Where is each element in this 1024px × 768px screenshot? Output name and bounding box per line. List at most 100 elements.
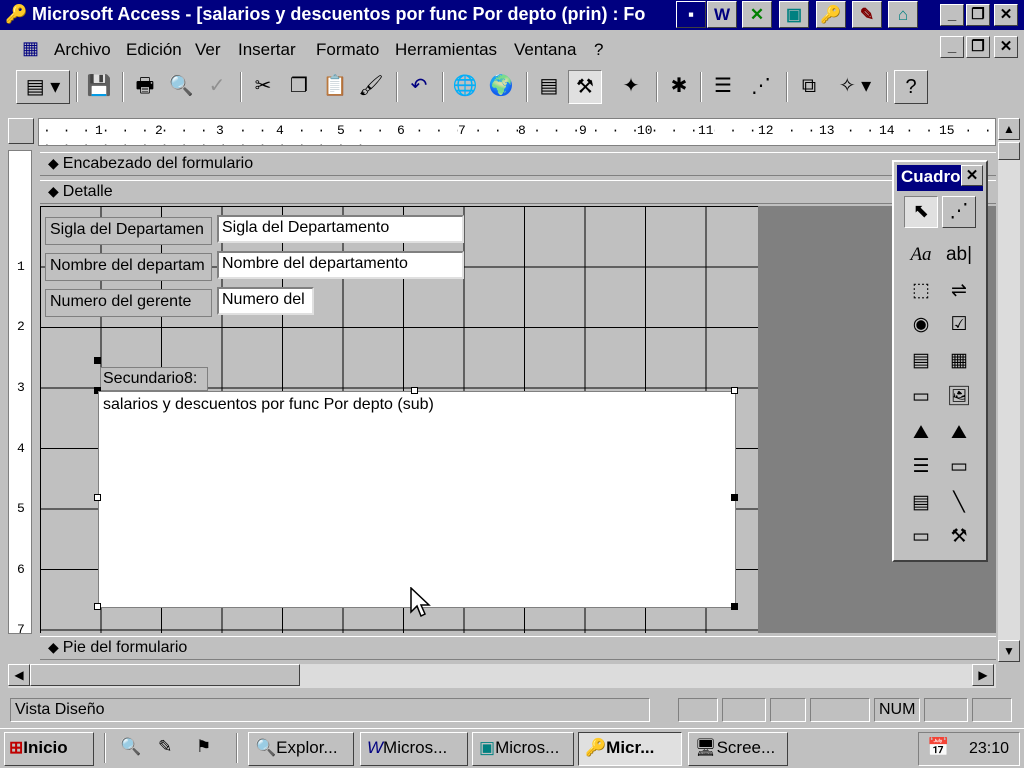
ruler-corner[interactable] — [8, 118, 34, 144]
start-button[interactable]: ⊞Inicio — [4, 732, 94, 766]
vertical-scroll-thumb[interactable] — [998, 142, 1020, 160]
toolbox-close-button[interactable]: ✕ — [961, 165, 983, 186]
menu-ventana[interactable]: Ventana — [514, 40, 576, 60]
resize-handle[interactable] — [731, 603, 738, 610]
print-icon[interactable]: 🖶 — [128, 70, 162, 104]
label-numero-gerente[interactable]: Numero del gerente — [45, 289, 212, 317]
textbox-tool-icon[interactable]: ab| — [942, 240, 976, 272]
quicklaunch-office-icon[interactable]: ⚑ — [190, 732, 222, 766]
rectangle-tool-icon[interactable]: ▭ — [904, 522, 938, 554]
resize-handle[interactable] — [94, 603, 101, 610]
paste-icon[interactable]: 📋 — [318, 70, 352, 104]
cut-icon[interactable]: ✂ — [246, 70, 280, 104]
textbox-numero-gerente[interactable]: Numero del — [217, 287, 314, 315]
app-restore-button[interactable]: ❐ — [966, 4, 990, 26]
title-bar[interactable]: 🔑 Microsoft Access - [salarios y descuen… — [0, 0, 1024, 30]
resize-handle[interactable] — [731, 494, 738, 501]
form-footer-section-bar[interactable]: ◆ Pie del formulario — [40, 636, 996, 660]
command-button-icon[interactable]: ▭ — [904, 382, 938, 414]
resize-handle[interactable] — [731, 387, 738, 394]
quicklaunch-explorer-icon[interactable]: 🔍 — [114, 732, 146, 766]
save-icon[interactable]: 💾 — [82, 70, 116, 104]
resize-handle[interactable] — [94, 494, 101, 501]
doc-minimize-button[interactable]: _ — [940, 36, 964, 58]
option-group-icon[interactable]: ⬚ — [904, 276, 938, 308]
label-tool-icon[interactable]: Aa — [904, 240, 938, 272]
check-box-icon[interactable]: ☑ — [942, 310, 976, 342]
more-controls-icon[interactable]: ⚒ — [942, 522, 976, 554]
app-minimize-button[interactable]: _ — [940, 4, 964, 26]
form-header-section-bar[interactable]: ◆ Encabezado del formulario — [40, 152, 996, 176]
list-box-icon[interactable]: ▦ — [942, 346, 976, 378]
build-icon[interactable]: ⋰ — [744, 70, 778, 104]
scroll-up-button[interactable]: ▲ — [998, 118, 1020, 140]
powerpoint-shortcut-icon[interactable]: ▣ — [779, 1, 809, 28]
menu-insertar[interactable]: Insertar — [238, 40, 296, 60]
page-break-icon[interactable]: ☰ — [904, 452, 938, 484]
office-logo-icon[interactable]: ▪ — [676, 1, 706, 28]
control-wizards-icon[interactable]: ⋰ — [942, 196, 976, 228]
subform-label[interactable]: Secundario8: — [100, 367, 208, 391]
properties-icon[interactable]: ☰ — [706, 70, 740, 104]
outlook-shortcut-icon[interactable]: ✎ — [852, 1, 882, 28]
detail-section-bar[interactable]: ◆ Detalle — [40, 180, 996, 204]
print-preview-icon[interactable]: 🔍 — [164, 70, 198, 104]
taskbar-item-word[interactable]: WMicros... — [360, 732, 468, 766]
database-window-icon[interactable]: ⧉ — [792, 70, 826, 104]
form-document-icon[interactable]: ▦ — [22, 38, 39, 59]
taskbar-item-explorer[interactable]: 🔍Explor... — [248, 732, 354, 766]
menu-formato[interactable]: Formato — [316, 40, 379, 60]
resize-handle[interactable] — [411, 387, 418, 394]
move-handle[interactable] — [94, 357, 101, 364]
office-binder-icon[interactable]: ⌂ — [888, 1, 918, 28]
scroll-left-button[interactable]: ◀ — [8, 664, 30, 686]
tab-control-icon[interactable]: ▭ — [942, 452, 976, 484]
vertical-scrollbar[interactable]: ▲ ▼ — [998, 118, 1020, 662]
scheduler-icon[interactable]: 📅 — [927, 737, 949, 758]
scroll-down-button[interactable]: ▼ — [998, 640, 1020, 662]
copy-icon[interactable]: ❐ — [282, 70, 316, 104]
clock[interactable]: 23:10 — [969, 740, 1009, 757]
menu-ver[interactable]: Ver — [195, 40, 221, 60]
scroll-right-button[interactable]: ▶ — [972, 664, 994, 686]
combo-box-icon[interactable]: ▤ — [904, 346, 938, 378]
menu-edicion[interactable]: Edición — [126, 40, 182, 60]
autoformat-icon[interactable]: ✦ — [614, 70, 648, 104]
field-list-icon[interactable]: ▤ — [532, 70, 566, 104]
taskbar-item-screen[interactable]: 🖥Scree... — [688, 732, 788, 766]
unbound-object-frame-icon[interactable]: ⛰ — [904, 418, 938, 450]
select-objects-icon[interactable]: ⬉ — [904, 196, 938, 228]
web-toolbar-icon[interactable]: 🌍 — [484, 70, 518, 104]
subform-control[interactable]: salarios y descuentos por func Por depto… — [98, 391, 736, 608]
menu-herramientas[interactable]: Herramientas — [395, 40, 497, 60]
toolbox-icon[interactable]: ⚒ — [568, 70, 602, 104]
menu-help[interactable]: ? — [594, 40, 603, 60]
textbox-sigla-departamento[interactable]: Sigla del Departamento — [217, 215, 464, 243]
taskbar-item-access[interactable]: 🔑Micr... — [578, 732, 682, 766]
insert-hyperlink-icon[interactable]: 🌐 — [448, 70, 482, 104]
excel-shortcut-icon[interactable]: ✕ — [742, 1, 772, 28]
menu-archivo[interactable]: Archivo — [54, 40, 111, 60]
app-close-button[interactable]: ✕ — [994, 4, 1018, 26]
access-shortcut-icon[interactable]: 🔑 — [816, 1, 846, 28]
bound-object-frame-icon[interactable]: ⛰ — [942, 418, 976, 450]
option-button-icon[interactable]: ◉ — [904, 310, 938, 342]
taskbar-item-powerpoint[interactable]: ▣Micros... — [472, 732, 574, 766]
textbox-nombre-departamento[interactable]: Nombre del departamento — [217, 251, 464, 279]
horizontal-scrollbar[interactable]: ◀ ▶ — [8, 664, 996, 688]
line-tool-icon[interactable]: ╲ — [942, 488, 976, 520]
doc-restore-button[interactable]: ❐ — [966, 36, 990, 58]
new-object-icon[interactable]: ✧ ▾ — [830, 70, 880, 104]
label-nombre-departamento[interactable]: Nombre del departam — [45, 253, 212, 281]
image-tool-icon[interactable]: 🖼 — [942, 382, 976, 414]
toggle-button-icon[interactable]: ⇌ — [942, 276, 976, 308]
code-icon[interactable]: ✱ — [662, 70, 696, 104]
horizontal-scroll-thumb[interactable] — [30, 664, 300, 686]
help-icon[interactable]: ? — [894, 70, 928, 104]
toolbox-palette[interactable]: Cuadro ✕ ⬉ ⋰ Aa ab| ⬚ ⇌ ◉ ☑ ▤ ▦ ▭ 🖼 ⛰ ⛰ … — [892, 160, 988, 562]
doc-close-button[interactable]: ✕ — [994, 36, 1018, 58]
format-painter-icon[interactable]: 🖌 — [354, 70, 388, 104]
word-shortcut-icon[interactable]: W — [707, 1, 737, 28]
label-sigla-departamento[interactable]: Sigla del Departamen — [45, 217, 212, 245]
undo-icon[interactable]: ↶ — [402, 70, 436, 104]
